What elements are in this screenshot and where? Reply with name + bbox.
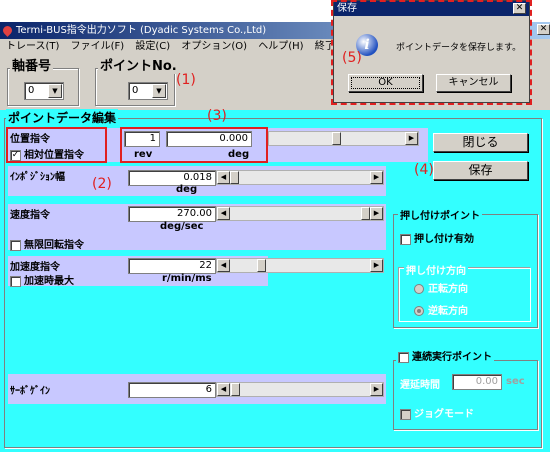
annotation-4: (4): [414, 162, 434, 178]
radio-icon: [414, 284, 424, 294]
arrow-left-icon[interactable]: ◀: [217, 207, 230, 220]
delay-label: 遅延時間: [400, 380, 440, 391]
inposition-input[interactable]: 0.018: [128, 170, 216, 186]
annotation-box-2: [6, 127, 107, 163]
inposition-unit: deg: [176, 184, 198, 195]
main-close-button[interactable]: ✕: [537, 24, 550, 35]
arrow-right-icon[interactable]: ▶: [370, 383, 383, 396]
slider-thumb[interactable]: [230, 171, 239, 184]
checkbox-box: [10, 275, 21, 287]
menu-trace[interactable]: トレース(T): [6, 41, 59, 52]
delay-input[interactable]: 0.00: [452, 374, 502, 390]
arrow-left-icon[interactable]: ◀: [217, 383, 230, 396]
menu-help[interactable]: ヘルプ(H): [258, 41, 303, 52]
menu-file[interactable]: ファイル(F): [71, 41, 125, 52]
slider-thumb[interactable]: [257, 259, 266, 272]
arrow-right-icon[interactable]: ▶: [370, 207, 383, 220]
checkbox-box: [10, 239, 21, 251]
menu-options[interactable]: オプション(O): [181, 41, 247, 52]
speed-input[interactable]: 270.00: [128, 206, 216, 222]
save-button[interactable]: 保存: [433, 161, 528, 180]
accel-unit: r/min/ms: [162, 273, 212, 284]
radio-selected-icon: [414, 306, 424, 316]
arrow-right-icon[interactable]: ▶: [405, 132, 418, 145]
point-select[interactable]: 0 ▼: [128, 82, 168, 100]
slider-thumb[interactable]: [361, 207, 370, 220]
jog-mode-label: ジョグモード: [414, 409, 474, 420]
inposition-label: ｲﾝﾎﾟｼﾞｼｮﾝ幅: [10, 172, 65, 183]
continuous-title: 連続実行ポイント: [412, 352, 492, 363]
accel-input[interactable]: 22: [128, 258, 216, 274]
checkbox-box: [398, 351, 409, 363]
radio-forward[interactable]: 正転方向: [414, 280, 468, 295]
radio-reverse[interactable]: 逆転方向: [414, 302, 468, 317]
annotation-1: (1): [176, 72, 196, 88]
axis-value: 0: [28, 85, 35, 96]
push-enable-checkbox[interactable]: 押し付け有効: [400, 230, 474, 245]
accel-label: 加速度指令: [10, 262, 60, 273]
checkbox-box: [400, 233, 411, 245]
arrow-right-icon[interactable]: ▶: [370, 259, 383, 272]
axis-label: 軸番号: [10, 59, 54, 74]
axis-select[interactable]: 0 ▼: [24, 82, 64, 100]
chevron-down-icon[interactable]: ▼: [48, 84, 62, 98]
annotation-2: (2): [92, 176, 112, 192]
annotation-3: (3): [207, 108, 227, 124]
checkbox-box: [400, 408, 411, 420]
annotation-5: (5): [342, 50, 362, 66]
window-title: Termi-BUS指令出力ソフト (Dyadic Systems Co.,Ltd…: [16, 25, 267, 36]
speed-label: 速度指令: [10, 210, 50, 221]
arrow-right-icon[interactable]: ▶: [370, 171, 383, 184]
servo-label: ｻｰﾎﾞｹﾞｲﾝ: [10, 386, 50, 397]
push-point-title: 押し付けポイント: [398, 207, 482, 222]
arrow-left-icon[interactable]: ◀: [217, 171, 230, 184]
servo-input[interactable]: 6: [128, 382, 216, 398]
delay-unit: sec: [506, 376, 525, 387]
close-icon: ✕: [537, 24, 550, 35]
push-enable-label: 押し付け有効: [414, 234, 474, 245]
arrow-left-icon[interactable]: ◀: [217, 259, 230, 272]
slider-thumb[interactable]: [332, 132, 341, 145]
slider-thumb[interactable]: [231, 383, 240, 396]
section-title: ポイントデータ編集: [6, 109, 119, 126]
accel-slider[interactable]: ◀ ▶: [216, 258, 384, 273]
app-icon: [1, 24, 14, 37]
accel-max-checkbox[interactable]: 加速時最大: [10, 272, 74, 287]
menu-settings[interactable]: 設定(C): [135, 41, 170, 52]
speed-unit: deg/sec: [160, 221, 204, 232]
infinite-rotation-label: 無限回転指令: [24, 240, 84, 251]
speed-slider[interactable]: ◀ ▶: [216, 206, 384, 221]
point-value: 0: [132, 85, 139, 96]
servo-slider[interactable]: ◀ ▶: [216, 382, 384, 397]
push-direction-title: 押し付け方向: [404, 262, 468, 277]
accel-max-label: 加速時最大: [24, 276, 74, 287]
continuous-checkbox[interactable]: 連続実行ポイント: [396, 348, 494, 363]
inposition-slider[interactable]: ◀ ▶: [216, 170, 384, 185]
infinite-rotation-checkbox[interactable]: 無限回転指令: [10, 236, 84, 251]
chevron-down-icon[interactable]: ▼: [152, 84, 166, 98]
point-label: ポイントNo.: [98, 59, 179, 74]
close-button[interactable]: 閉じる: [433, 133, 528, 152]
annotation-box-3: [120, 127, 268, 163]
position-slider[interactable]: ▶: [268, 131, 419, 146]
jog-mode-checkbox[interactable]: ジョグモード: [400, 405, 474, 420]
